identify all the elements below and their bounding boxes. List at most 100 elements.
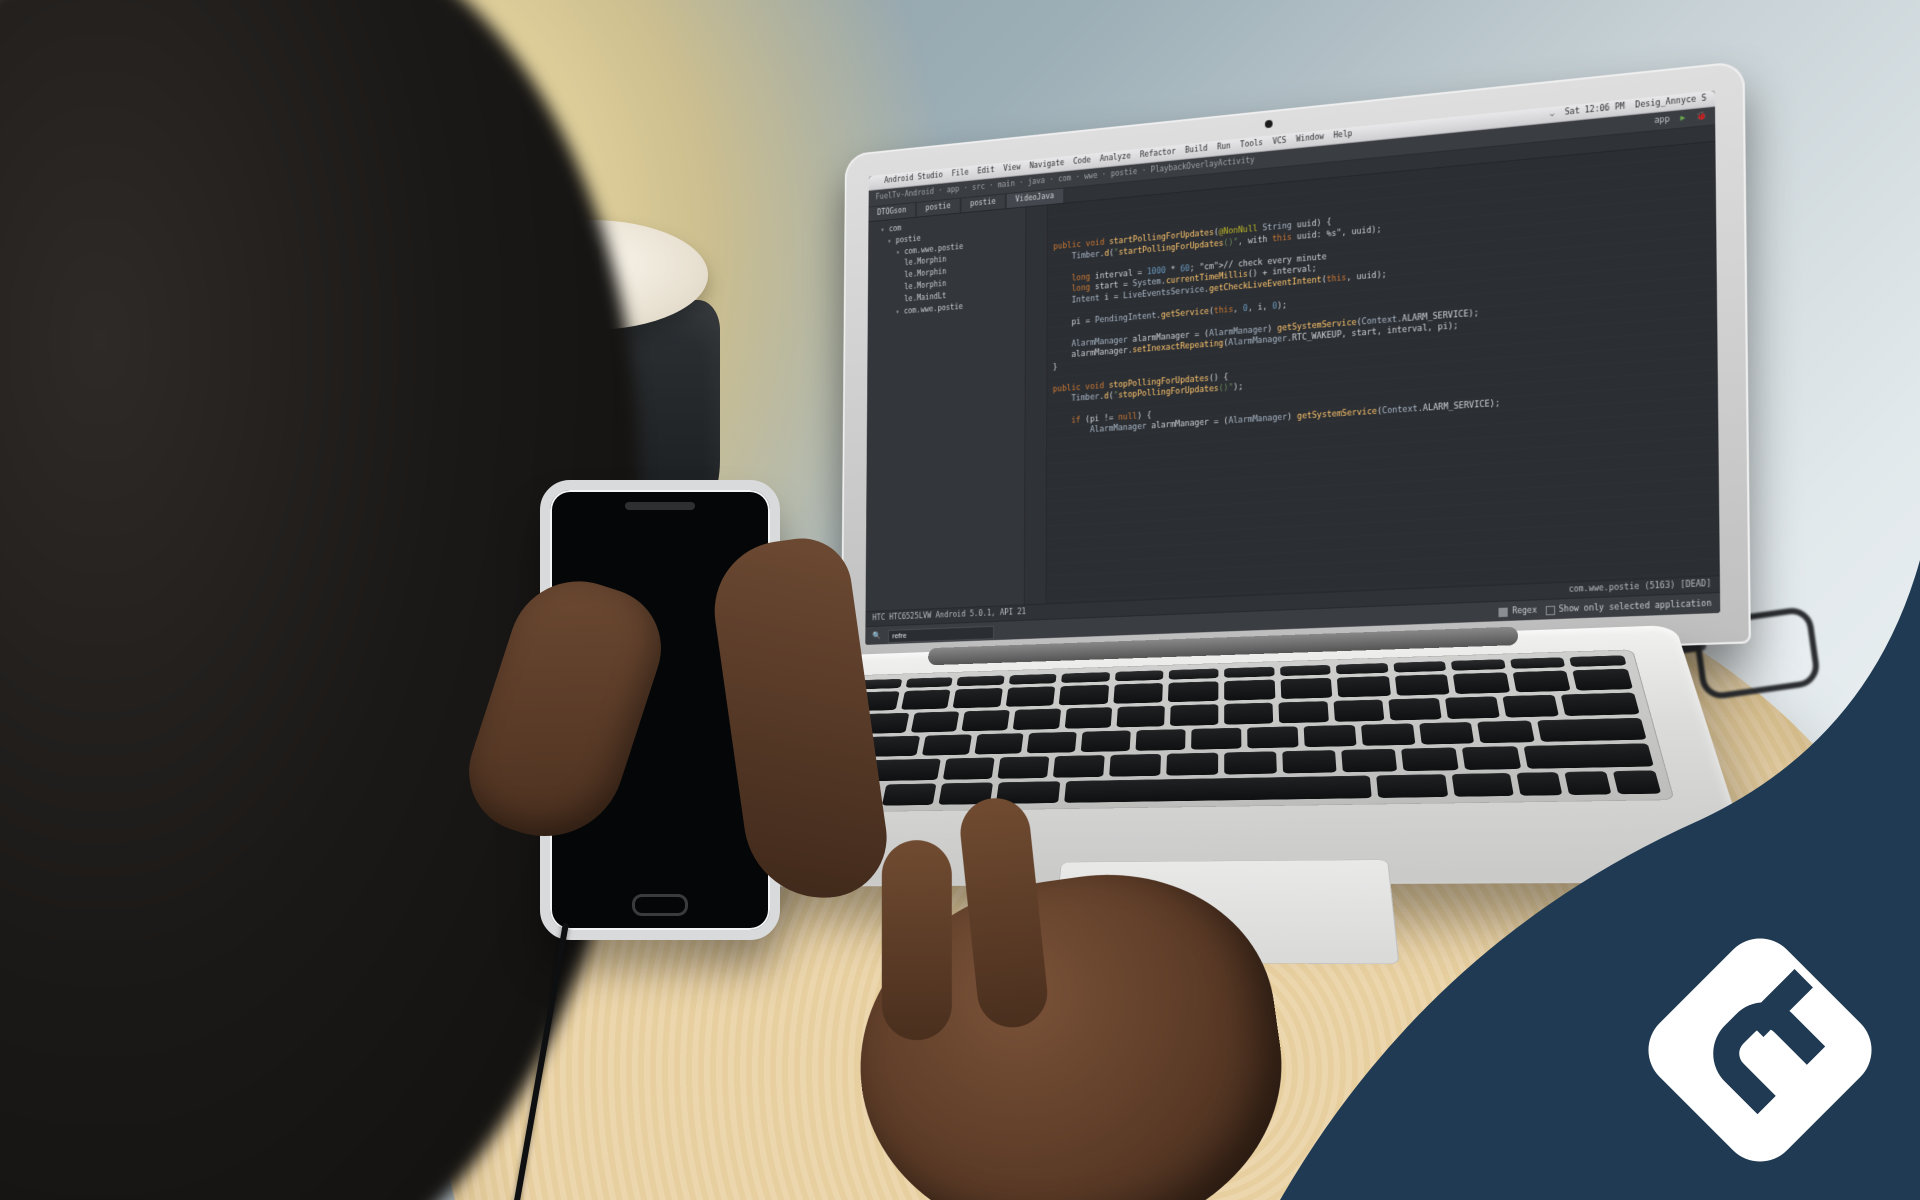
wifi-icon[interactable]: ⌵: [1550, 109, 1555, 120]
keyboard-key: [943, 758, 995, 780]
keyboard-key: [1191, 728, 1241, 750]
keyboard-key: [1117, 706, 1165, 727]
menu-build[interactable]: Build: [1185, 144, 1208, 157]
laptop-screen: Android Studio File Edit View Navigate C…: [865, 90, 1720, 644]
keyboard-key: [1115, 670, 1164, 681]
menu-navigate[interactable]: Navigate: [1029, 158, 1064, 172]
keyboard-key: [1005, 686, 1055, 707]
keyboard-key: [1570, 655, 1627, 667]
keyboard-key: [1061, 672, 1110, 683]
keyboard-key: [1224, 680, 1275, 701]
search-icon: 🔍: [872, 631, 881, 641]
keyboard-key: [1560, 693, 1639, 716]
keyboard-key: [1510, 657, 1566, 669]
code-content: public void startPollingForUpdates(@NonN…: [1053, 184, 1710, 439]
keyboard-key: [1377, 774, 1449, 798]
project-tree[interactable]: com postie com.wwe.postie le.Morphin le.…: [866, 207, 1027, 611]
keyboard-key: [1333, 700, 1385, 722]
menu-tools[interactable]: Tools: [1240, 138, 1263, 151]
keyboard-key: [1224, 667, 1274, 678]
keyboard-key: [953, 688, 1003, 709]
menu-file[interactable]: File: [952, 168, 969, 180]
keyboard-key: [1059, 685, 1109, 706]
code-editor[interactable]: public void startPollingForUpdates(@NonN…: [1025, 142, 1720, 605]
keyboard-key: [1009, 674, 1057, 685]
keyboard-key: [1280, 678, 1332, 699]
keyboard-key: [1081, 730, 1131, 752]
keyboard-key: [882, 783, 937, 805]
keyboard-key: [1516, 772, 1562, 796]
keyboard-key: [1064, 707, 1112, 728]
keyboard-key: [1224, 703, 1273, 725]
keyboard-key: [1393, 661, 1446, 672]
keyboard-key: [1395, 674, 1450, 696]
menu-refactor[interactable]: Refactor: [1140, 147, 1176, 161]
regex-checkbox[interactable]: Regex: [1499, 606, 1537, 619]
keyboard-key: [1278, 701, 1328, 723]
menu-view[interactable]: View: [1003, 163, 1020, 175]
menu-window[interactable]: Window: [1296, 132, 1324, 145]
keyboard-key: [1280, 665, 1331, 676]
keyboard-key: [974, 733, 1024, 755]
menu-edit[interactable]: Edit: [977, 165, 994, 177]
keyboard-key: [1224, 751, 1277, 774]
keyboard-key: [1613, 770, 1662, 794]
keyboard-key: [1361, 723, 1415, 746]
keyboard-key: [1336, 663, 1388, 674]
keyboard-key: [1564, 771, 1611, 795]
hand-holding-phone: [430, 460, 850, 1100]
keyboard-key: [905, 677, 953, 688]
keyboard-key: [1337, 676, 1391, 698]
keyboard-key: [1573, 669, 1633, 691]
keyboard-key: [961, 710, 1009, 731]
keyboard-key: [911, 712, 959, 733]
find-input[interactable]: [888, 625, 994, 642]
keyboard-key: [1169, 668, 1218, 679]
run-target-selector[interactable]: app: [1654, 115, 1669, 128]
debug-button-icon[interactable]: 🐞: [1696, 111, 1707, 123]
run-button-icon[interactable]: ▶: [1680, 113, 1685, 125]
laptop-keyboard: [815, 649, 1674, 812]
keyboard-key: [1282, 750, 1336, 773]
keyboard-key: [1502, 695, 1558, 717]
scope-checkbox[interactable]: Show only selected application: [1545, 599, 1711, 617]
keyboard-key: [1166, 753, 1218, 776]
keyboard-key: [1027, 732, 1077, 754]
keyboard-key: [1303, 725, 1356, 748]
keyboard-key: [998, 756, 1050, 778]
keyboard-key: [1064, 775, 1372, 803]
keyboard-key: [1537, 718, 1646, 742]
keyboard-key: [1053, 755, 1105, 777]
keyboard-key: [1013, 709, 1061, 730]
keyboard-key: [1445, 697, 1500, 719]
keyboard-key: [901, 690, 951, 711]
keyboard-key: [1389, 698, 1442, 720]
keyboard-key: [1523, 743, 1653, 768]
ide-body: com postie com.wwe.postie le.Morphin le.…: [866, 142, 1720, 611]
keyboard-key: [1419, 722, 1475, 745]
keyboard-key: [1341, 749, 1397, 772]
keyboard-key: [1168, 681, 1218, 702]
editor-gutter: [1025, 205, 1048, 604]
keyboard-key: [1512, 670, 1571, 692]
keyboard-key: [1109, 754, 1161, 777]
keyboard-key: [1477, 720, 1535, 743]
menu-help[interactable]: Help: [1334, 129, 1353, 141]
keyboard-key: [1170, 704, 1218, 726]
keyboard-key: [957, 675, 1005, 686]
brand-logo-icon: [1670, 960, 1850, 1140]
keyboard-key: [1136, 729, 1186, 751]
keyboard-key: [1451, 659, 1506, 671]
menu-run[interactable]: Run: [1217, 142, 1231, 154]
menu-code[interactable]: Code: [1073, 156, 1091, 168]
keyboard-key: [1462, 746, 1521, 770]
keyboard-key: [1247, 726, 1298, 748]
scene-photo: Android Studio File Edit View Navigate C…: [0, 0, 1920, 1200]
menu-analyze[interactable]: Analyze: [1100, 152, 1131, 165]
laptop-lid: Android Studio File Edit View Navigate C…: [841, 61, 1751, 674]
keyboard-key: [1113, 683, 1163, 704]
keyboard-key: [1452, 773, 1514, 797]
keyboard-key: [1453, 672, 1510, 694]
menu-vcs[interactable]: VCS: [1273, 136, 1287, 148]
keyboard-key: [922, 734, 972, 755]
